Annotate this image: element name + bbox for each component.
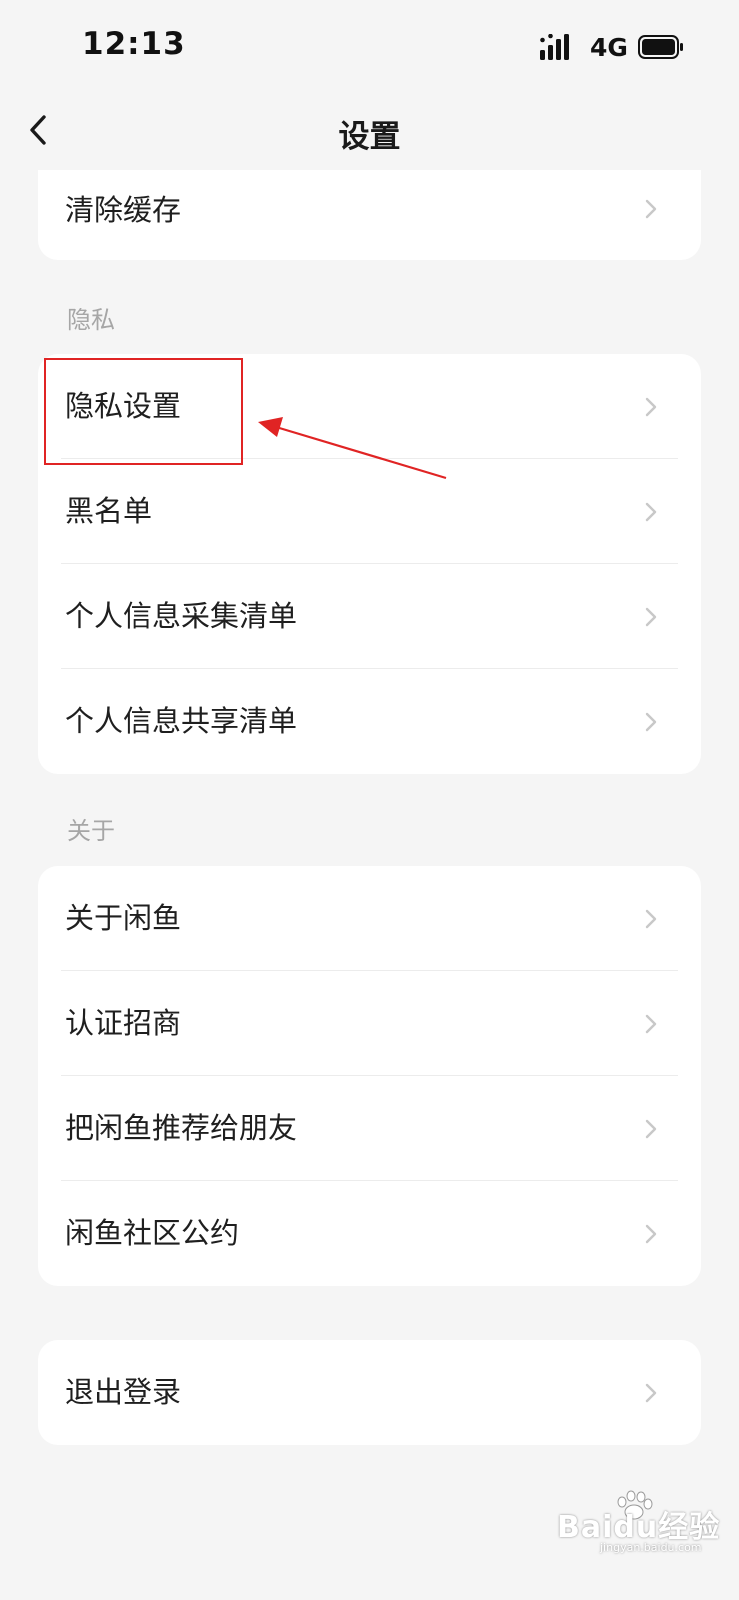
chevron-right-icon: [645, 1014, 657, 1034]
annotation-arrow: [258, 417, 447, 480]
watermark-url: jingyan.baidu.com: [600, 1541, 702, 1554]
settings-item-personal-info-sharing[interactable]: 个人信息共享清单: [38, 669, 701, 774]
settings-item-label: 个人信息共享清单: [65, 704, 298, 738]
settings-item-label: 退出登录: [65, 1375, 182, 1409]
settings-item-label: 关于闲鱼: [65, 901, 182, 935]
logout-button[interactable]: 退出登录: [38, 1340, 701, 1445]
settings-item-certification[interactable]: 认证招商: [38, 971, 701, 1076]
chevron-right-icon: [645, 1224, 657, 1244]
chevron-right-icon: [645, 712, 657, 732]
settings-item-recommend-to-friends[interactable]: 把闲鱼推荐给朋友: [38, 1076, 701, 1181]
about-card: 关于闲鱼 认证招商 把闲鱼推荐给朋友 闲鱼社区公约: [38, 866, 701, 1286]
chevron-right-icon: [645, 607, 657, 627]
chevron-right-icon: [645, 909, 657, 929]
settings-item-label: 闲鱼社区公约: [65, 1216, 240, 1250]
settings-item-about-xianyu[interactable]: 关于闲鱼: [38, 866, 701, 971]
section-header-about: 关于: [67, 817, 115, 845]
settings-item-label: 把闲鱼推荐给朋友: [65, 1111, 298, 1145]
chevron-right-icon: [645, 1383, 657, 1403]
settings-item-label: 认证招商: [65, 1006, 182, 1040]
chevron-right-icon: [645, 1119, 657, 1139]
account-card: 退出登录: [38, 1340, 701, 1445]
settings-item-community-rules[interactable]: 闲鱼社区公约: [38, 1181, 701, 1286]
watermark-brand: Baidu经验: [557, 1510, 721, 1545]
